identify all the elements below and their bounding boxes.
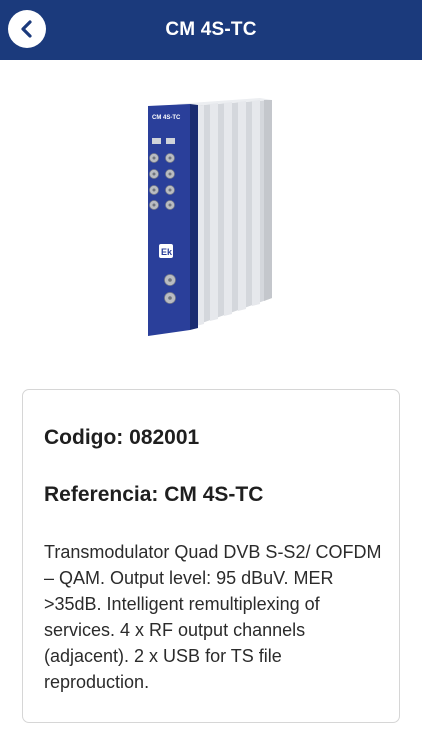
- product-details-card: Codigo: 082001 Referencia: CM 4S-TC Tran…: [22, 389, 400, 723]
- product-image: CM 4S-TC Ek: [130, 92, 290, 344]
- top-bar: CM 4S-TC: [0, 0, 422, 60]
- product-description: Transmodulator Quad DVB S-S2/ COFDM – QA…: [44, 542, 382, 692]
- page-title: CM 4S-TC: [165, 19, 257, 40]
- product-code: Codigo: 082001: [44, 426, 200, 449]
- product-reference: Referencia: CM 4S-TC: [44, 483, 264, 506]
- chevron-left-icon: [19, 20, 35, 38]
- back-button[interactable]: [8, 10, 46, 48]
- brand-logo: Ek: [161, 247, 173, 257]
- device-label: CM 4S-TC: [152, 115, 181, 121]
